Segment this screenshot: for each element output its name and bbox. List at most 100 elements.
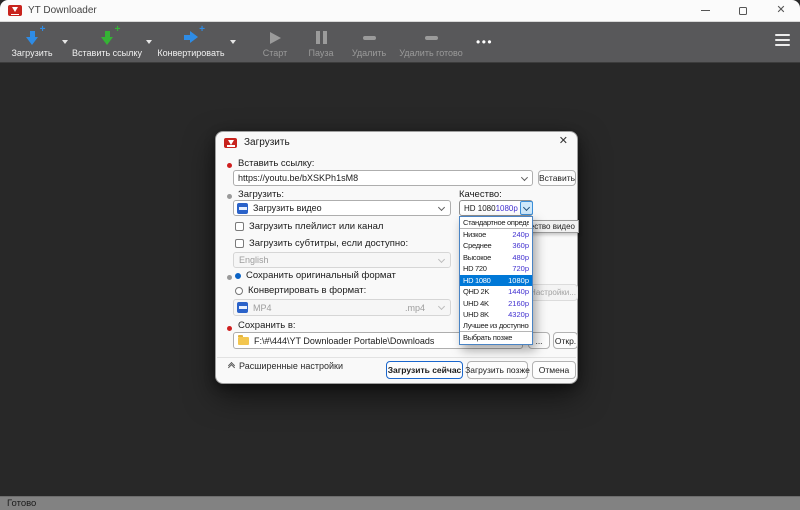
quality-option[interactable]: Лучшее из доступного [460, 321, 532, 332]
toolbar-delete-done-button: Удалить готово [394, 22, 468, 62]
playlist-checkbox-row[interactable]: Загрузить плейлист или канал [235, 221, 383, 232]
minimize-button[interactable] [686, 0, 724, 22]
dialog-title: Загрузить [244, 137, 290, 148]
main-menu-button[interactable] [775, 34, 790, 46]
url-combo [233, 170, 533, 186]
quality-selected-name: HD 1080 [464, 203, 496, 213]
format-select: MP4 .mp4 [233, 299, 451, 316]
advanced-settings-label: Расширенные настройки [239, 361, 343, 371]
quality-option[interactable]: Среднее 360p [460, 240, 532, 252]
toolbar: + Загрузить + Вставить ссылку + Конверти… [0, 22, 800, 63]
paste-button[interactable]: Вставить [538, 170, 576, 186]
minus-icon [362, 29, 376, 46]
toolbar-download-button[interactable]: + Загрузить [6, 22, 58, 62]
convert-format-label: Конвертировать в формат: [248, 285, 367, 296]
quality-option-selected[interactable]: HD 1080 1080p [460, 274, 532, 286]
maximize-icon [739, 6, 747, 15]
chevron-down-icon [230, 40, 236, 44]
quality-dropdown-button[interactable] [519, 201, 533, 215]
format-value: MP4 [253, 302, 272, 313]
window-title: YT Downloader [28, 5, 97, 16]
status-dot-gray-icon [227, 275, 232, 280]
toolbar-convert-button[interactable]: + Конвертировать [156, 22, 226, 62]
subtitle-language-value: English [239, 255, 269, 265]
window-controls: ✕ [686, 0, 800, 22]
folder-icon [238, 334, 249, 345]
open-folder-button[interactable]: Откр. [553, 332, 578, 349]
toolbar-convert-menu-arrow[interactable] [226, 22, 240, 62]
download-later-button[interactable]: Загрузить позже [465, 361, 530, 379]
close-icon: ✕ [776, 4, 786, 16]
subtitles-checkbox-row[interactable]: Загрузить субтитры, если доступно: [235, 238, 408, 249]
toolbar-more-button[interactable]: ••• [468, 22, 501, 62]
toolbar-download-menu-arrow[interactable] [58, 22, 72, 62]
ellipsis-icon: ••• [476, 35, 494, 49]
save-path-value: F:\#\444\YT Downloader Portable\Download… [254, 335, 435, 346]
radio-unselected-icon[interactable] [235, 286, 243, 295]
convert-format-radio-row[interactable]: Конвертировать в формат: [235, 285, 366, 296]
toolbar-start-button: Старт [252, 22, 298, 62]
dialog-titlebar: Загрузить ✕ [216, 132, 577, 153]
radio-selected-icon[interactable] [235, 272, 241, 279]
checkbox-unchecked-icon[interactable] [235, 239, 244, 248]
format-settings-button: Настройки... [528, 284, 578, 301]
quality-option[interactable]: Низкое 240p [460, 229, 532, 241]
close-button[interactable]: ✕ [762, 0, 800, 22]
hamburger-icon [775, 34, 790, 36]
footer-separator [217, 357, 576, 358]
chevron-down-icon [62, 40, 68, 44]
download-mode-value: Загрузить видео [253, 203, 322, 213]
subtitles-checkbox-label: Загрузить субтитры, если доступно: [249, 238, 409, 249]
url-input[interactable] [234, 171, 523, 185]
keep-original-label: Сохранить оригинальный формат [246, 270, 396, 281]
checkbox-unchecked-icon[interactable] [235, 222, 244, 231]
toolbar-paste-link-button[interactable]: + Вставить ссылку [72, 22, 142, 62]
paste-link-label: Вставить ссылку: [238, 158, 315, 169]
cancel-button[interactable]: Отмена [532, 361, 576, 379]
download-label: Загрузить: [238, 189, 285, 200]
pause-icon [315, 29, 327, 46]
playlist-checkbox-label: Загрузить плейлист или канал [249, 221, 384, 232]
double-chevron-up-icon [227, 361, 236, 371]
quality-select[interactable]: HD 1080 1080p [459, 200, 533, 216]
quality-dropdown-list: Стандартное определение Низкое240p Средн… [459, 216, 533, 345]
advanced-settings-toggle[interactable]: Расширенные настройки [227, 361, 343, 371]
app-tv-icon [8, 5, 22, 16]
video-file-icon [237, 202, 248, 214]
paste-link-arrow-plus-icon: + [100, 24, 121, 46]
keep-original-radio-row[interactable]: Сохранить оригинальный формат [235, 270, 396, 281]
quality-option[interactable]: QHD 2K 1440p [460, 286, 532, 298]
quality-option[interactable]: Высокое 480p [460, 252, 532, 264]
window-titlebar: YT Downloader ✕ [0, 0, 800, 22]
quality-option[interactable]: UHD 8K 4320p [460, 309, 532, 321]
download-arrow-plus-icon: + [25, 24, 46, 46]
quality-label: Качество: [459, 189, 502, 200]
status-dot-red-icon [227, 326, 232, 331]
download-mode-select[interactable]: Загрузить видео [233, 200, 451, 216]
convert-arrow-plus-icon: + [184, 24, 205, 46]
status-dot-gray-icon [227, 194, 232, 199]
app-tv-icon [224, 137, 237, 148]
chevron-down-icon [146, 40, 152, 44]
status-dot-red-icon [227, 163, 232, 168]
toolbar-pause-button: Пауза [298, 22, 344, 62]
minimize-icon [700, 9, 710, 12]
maximize-button[interactable] [724, 0, 762, 22]
save-to-label: Сохранить в: [238, 320, 296, 331]
chevron-down-icon[interactable] [521, 173, 529, 181]
chevron-down-icon [437, 255, 446, 263]
dialog-close-button[interactable]: ✕ [559, 136, 568, 147]
quality-option[interactable]: UHD 4K 2160p [460, 298, 532, 310]
minus-icon [424, 29, 438, 46]
quality-option[interactable]: Выбрать позже [460, 332, 532, 344]
quality-option[interactable]: Стандартное определение [460, 217, 532, 229]
subtitle-language-select: English [233, 252, 451, 268]
quality-selected-value: 1080p [495, 203, 518, 213]
quality-option[interactable]: HD 720 720p [460, 263, 532, 275]
download-now-button[interactable]: Загрузить сейчас [386, 361, 463, 379]
status-bar: Готово [0, 496, 800, 510]
play-icon [269, 29, 281, 46]
toolbar-paste-link-menu-arrow[interactable] [142, 22, 156, 62]
app-window: YT Downloader ✕ + Загрузить + Вставить с… [0, 0, 800, 510]
chevron-down-icon [522, 203, 530, 211]
